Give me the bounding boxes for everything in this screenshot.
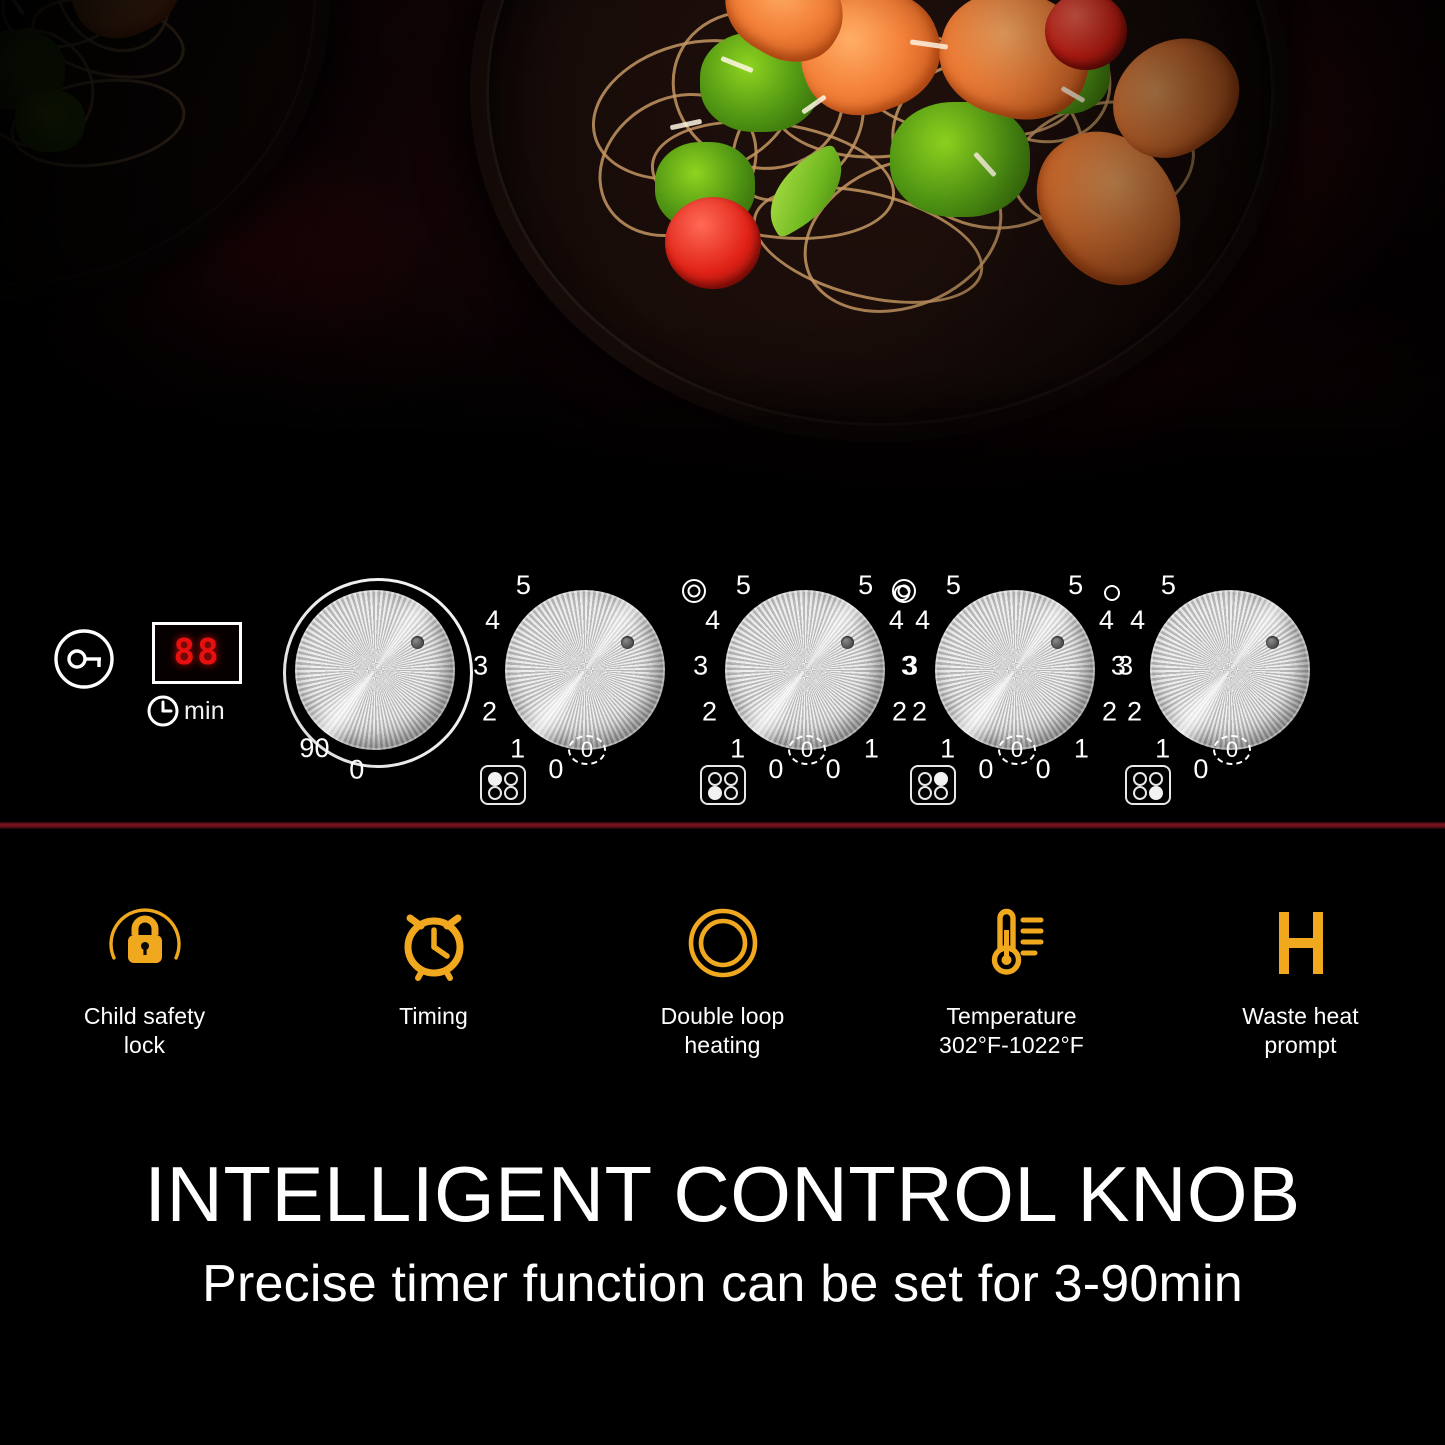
burner-position-icon xyxy=(480,765,526,805)
tick-2: 2 xyxy=(481,696,498,727)
double-ring-icon xyxy=(892,579,916,603)
dual-tick-1: 1 xyxy=(1073,733,1089,764)
feature-label: Temperature 302°F-1022°F xyxy=(939,1003,1084,1059)
timer-tick-0: 0 xyxy=(349,754,365,785)
knob-indicator-dot xyxy=(1051,636,1064,649)
tick-1: 1 xyxy=(1155,733,1171,764)
timer-unit: min xyxy=(146,694,225,728)
panel-bottom-edge xyxy=(0,822,1445,829)
knob-indicator-dot xyxy=(1266,636,1279,649)
key-lock-icon[interactable] xyxy=(53,628,115,690)
timer-knob-dial[interactable] xyxy=(295,590,455,750)
feature-double-loop-heating: Double loop heating xyxy=(578,900,867,1090)
cooktop-photo xyxy=(0,0,1445,520)
dual-tick-1: 1 xyxy=(863,733,879,764)
alarm-clock-icon xyxy=(391,900,477,986)
tick-4: 4 xyxy=(705,605,721,636)
knob-dial[interactable] xyxy=(1150,590,1310,750)
tick-2: 2 xyxy=(701,696,718,727)
tick-1: 1 xyxy=(510,733,526,764)
knob-dial[interactable] xyxy=(935,590,1095,750)
tick-3: 3 xyxy=(473,650,489,681)
off-position-marker: 0 xyxy=(788,735,826,765)
knob-dial[interactable] xyxy=(725,590,885,750)
off-position-marker: 0 xyxy=(998,735,1036,765)
clock-icon xyxy=(147,695,179,727)
padlock-icon xyxy=(102,900,188,986)
photo-bottom-fade xyxy=(0,370,1445,520)
burner-knob-front-right[interactable]: 0 1 2 3 4 5 0 xyxy=(1118,569,1330,805)
tick-0: 0 xyxy=(978,753,994,784)
off-position-marker: 0 xyxy=(1213,735,1251,765)
dual-tick-5: 5 xyxy=(858,569,874,600)
feature-list: Child safety lock Timing Double loop hea… xyxy=(0,900,1445,1090)
dual-tick-0: 0 xyxy=(1035,753,1051,784)
tick-2: 2 xyxy=(911,696,928,727)
page-subtitle: Precise timer function can be set for 3-… xyxy=(202,1255,1243,1313)
timer-unit-label: min xyxy=(184,696,225,725)
dual-tick-4: 4 xyxy=(888,605,904,636)
burner-position-icon xyxy=(910,765,956,805)
thermometer-icon xyxy=(969,900,1055,986)
dual-tick-4: 4 xyxy=(1098,605,1114,636)
timer-tick-90: 90 xyxy=(299,732,330,763)
feature-label: Double loop heating xyxy=(660,1003,785,1059)
page-title: INTELLIGENT CONTROL KNOB xyxy=(144,1150,1301,1238)
tick-3: 3 xyxy=(693,650,709,681)
feature-timing: Timing xyxy=(289,900,578,1090)
timer-display: 88 xyxy=(152,622,242,684)
tick-0: 0 xyxy=(548,753,564,784)
knob-indicator-dot xyxy=(411,636,424,649)
tick-4: 4 xyxy=(1130,605,1146,636)
feature-label: Child safety lock xyxy=(83,1003,206,1059)
letter-h-icon xyxy=(1258,900,1344,986)
product-feature-image: 88 min 90 0 0 1 2 3 4 5 0 0 1 2 3 4 5 0 … xyxy=(0,0,1445,1445)
tick-1: 1 xyxy=(940,733,956,764)
tick-4: 4 xyxy=(915,605,931,636)
single-ring-icon xyxy=(1104,585,1120,601)
tick-2: 2 xyxy=(1126,696,1143,727)
tick-1: 1 xyxy=(730,733,746,764)
tick-5: 5 xyxy=(1160,569,1176,600)
knob-indicator-dot xyxy=(841,636,854,649)
knob-dial[interactable] xyxy=(505,590,665,750)
feature-label: Waste heat prompt xyxy=(1242,1003,1359,1059)
burner-knob-front-left[interactable]: 0 1 2 3 4 5 0 xyxy=(473,569,685,805)
feature-label: Timing xyxy=(399,1003,468,1029)
feature-temperature: Temperature 302°F-1022°F xyxy=(867,900,1156,1090)
off-position-marker: 0 xyxy=(568,735,606,765)
dual-tick-2: 2 xyxy=(1102,696,1118,727)
tick-3: 3 xyxy=(903,650,919,681)
tick-0: 0 xyxy=(768,753,784,784)
knob-indicator-dot xyxy=(621,636,634,649)
tick-5: 5 xyxy=(945,569,961,600)
feature-child-safety-lock: Child safety lock xyxy=(0,900,289,1090)
feature-waste-heat-prompt: Waste heat prompt xyxy=(1156,900,1445,1090)
timer-knob[interactable]: 90 0 xyxy=(275,570,475,784)
tick-3: 3 xyxy=(1118,650,1134,681)
burner-position-icon xyxy=(700,765,746,805)
dual-tick-0: 0 xyxy=(825,753,841,784)
double-loop-icon xyxy=(680,900,766,986)
dual-tick-2: 2 xyxy=(892,696,908,727)
dual-tick-5: 5 xyxy=(1068,569,1084,600)
tick-4: 4 xyxy=(485,605,501,636)
burner-knob-rear-right-dual[interactable]: 0 1 2 3 4 5 0 1 2 3 4 5 0 xyxy=(892,569,1126,805)
tick-5: 5 xyxy=(515,569,531,600)
tick-0: 0 xyxy=(1193,753,1209,784)
burner-position-icon xyxy=(1125,765,1171,805)
tick-5: 5 xyxy=(735,569,751,600)
double-ring-icon xyxy=(682,579,706,603)
burner-knob-rear-left-dual[interactable]: 0 1 2 3 4 5 0 1 2 3 4 5 0 xyxy=(682,569,916,805)
timer-digits: 88 xyxy=(173,632,221,673)
